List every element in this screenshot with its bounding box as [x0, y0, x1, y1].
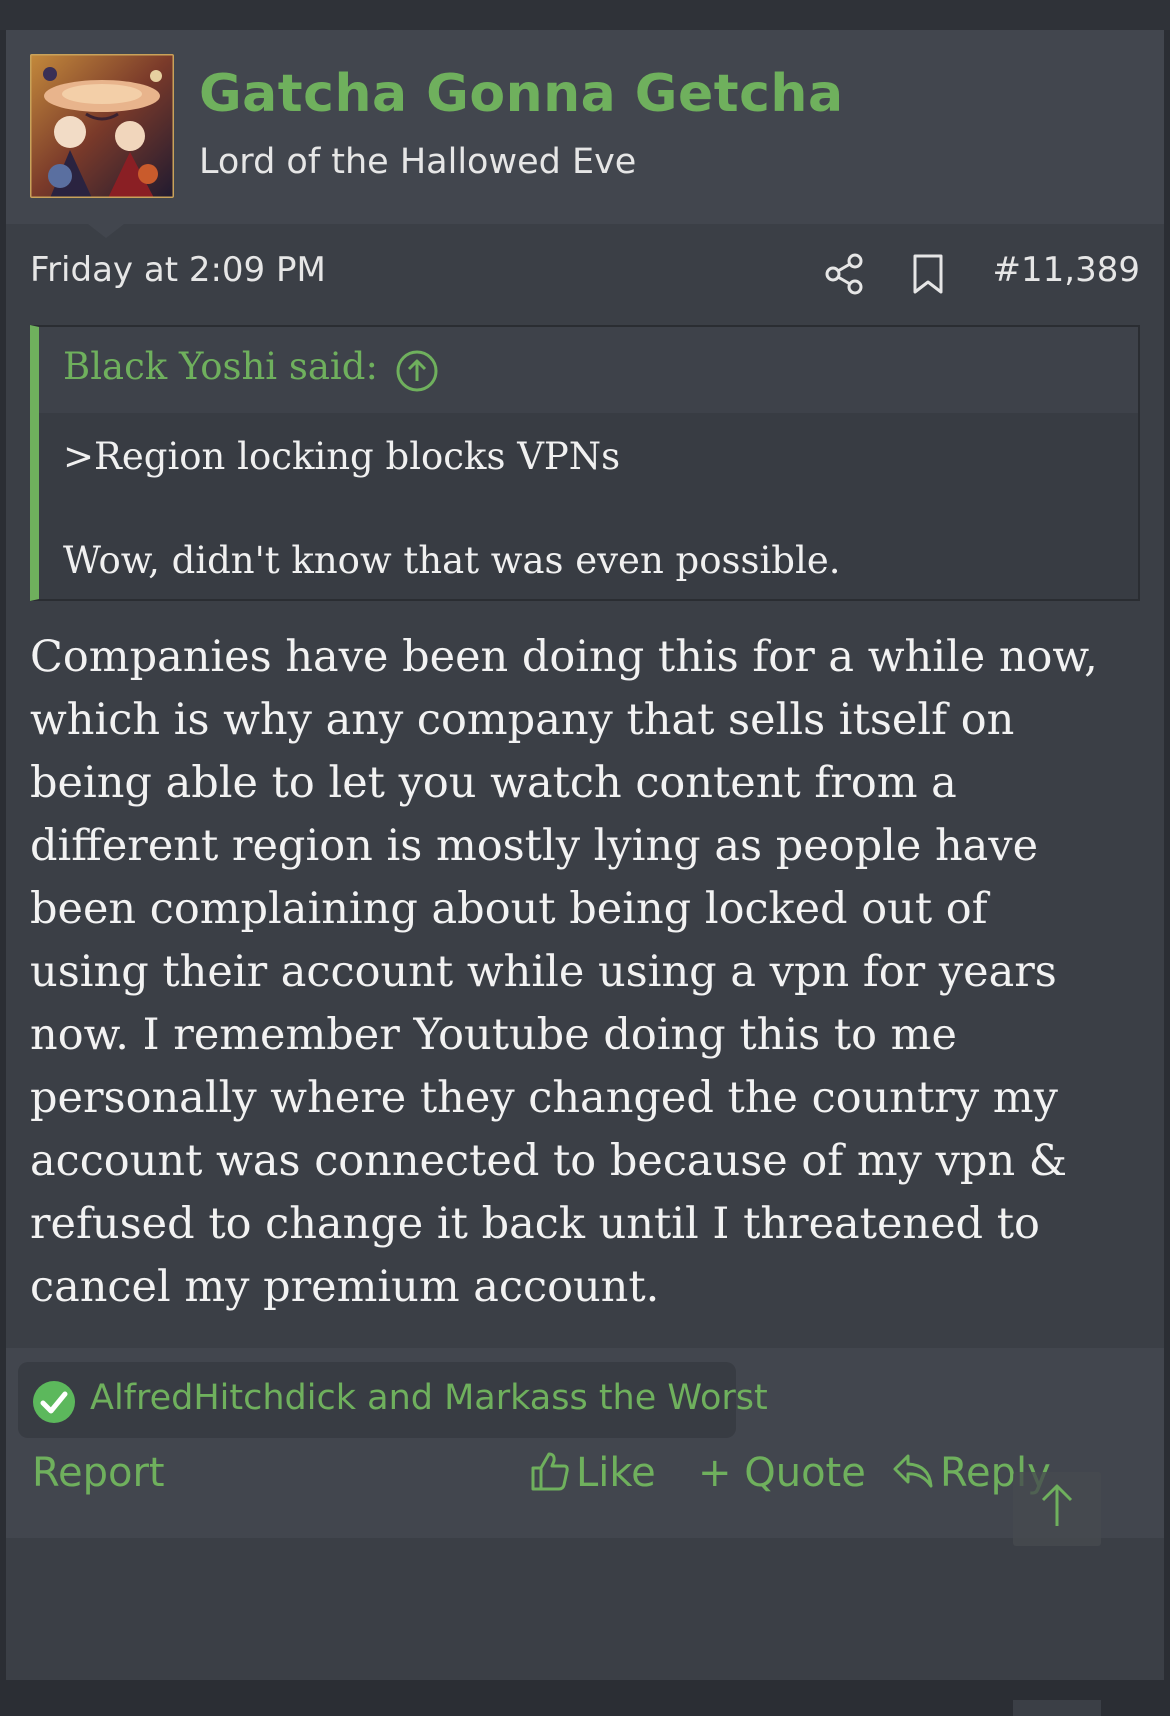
quote-block: Black Yoshi said: >Region locking blocks… — [30, 325, 1140, 601]
quote-text-line: >Region locking blocks VPNs — [63, 435, 621, 478]
reply-arrow-icon — [893, 1454, 933, 1488]
post-body-line: now. I remember Youtube doing this to me — [30, 1010, 957, 1060]
post-body-line: different region is mostly lying as peop… — [30, 821, 1039, 871]
thumbs-up-icon — [531, 1452, 569, 1491]
post-user-header: Gatcha Gonna Getcha Lord of the Hallowed… — [6, 30, 1164, 224]
quote-button[interactable]: + Quote — [698, 1450, 866, 1496]
share-icon[interactable] — [824, 252, 864, 296]
bottom-edge-element — [1013, 1700, 1101, 1716]
scroll-top-arrow-icon — [1041, 1484, 1073, 1526]
post-number[interactable]: #11,389 — [993, 250, 1140, 290]
scroll-to-top-button[interactable] — [1013, 1472, 1101, 1546]
check-circle-icon — [33, 1381, 75, 1423]
post-body-line: being able to let you watch content from… — [30, 758, 957, 808]
like-label: Like — [576, 1450, 656, 1496]
forum-post: Gatcha Gonna Getcha Lord of the Hallowed… — [6, 30, 1164, 1680]
header-caret — [88, 224, 124, 238]
post-body-line: Companies have been doing this for a whi… — [30, 632, 1098, 682]
reactions-bar[interactable]: AlfredHitchdick and Markass the Worst — [18, 1362, 768, 1438]
arrow-up-circle-icon[interactable] — [395, 349, 439, 393]
username[interactable]: Gatcha Gonna Getcha — [199, 64, 844, 124]
post-date[interactable]: Friday at 2:09 PM — [30, 250, 326, 290]
post-footer: AlfredHitchdick and Markass the Worst Re… — [6, 1348, 1164, 1538]
post-body-line: personally where they changed the countr… — [30, 1073, 1058, 1123]
post-body-line: which is why any company that sells itse… — [30, 695, 1015, 745]
post-body: Companies have been doing this for a whi… — [30, 626, 1140, 1319]
quote-attribution[interactable]: Black Yoshi said: — [63, 345, 378, 388]
post-body-line: been complaining about being locked out … — [30, 884, 988, 934]
top-strip — [0, 0, 1170, 30]
reactions-text[interactable]: AlfredHitchdick and Markass the Worst — [90, 1378, 768, 1418]
quote-text-line: Wow, didn't know that was even possible. — [63, 539, 841, 582]
quote-header: Black Yoshi said: — [39, 327, 1138, 413]
report-button[interactable]: Report — [32, 1450, 165, 1496]
post-body-line: refused to change it back until I threat… — [30, 1199, 1040, 1249]
user-title: Lord of the Hallowed Eve — [199, 142, 637, 182]
post-body-line: using their account while using a vpn fo… — [30, 947, 1057, 997]
bookmark-icon[interactable] — [911, 252, 945, 296]
post-body-line: account was connected to because of my v… — [30, 1136, 1068, 1186]
post-body-line: cancel my premium account. — [30, 1262, 660, 1312]
like-button[interactable]: Like — [530, 1450, 656, 1496]
avatar[interactable] — [30, 54, 174, 198]
